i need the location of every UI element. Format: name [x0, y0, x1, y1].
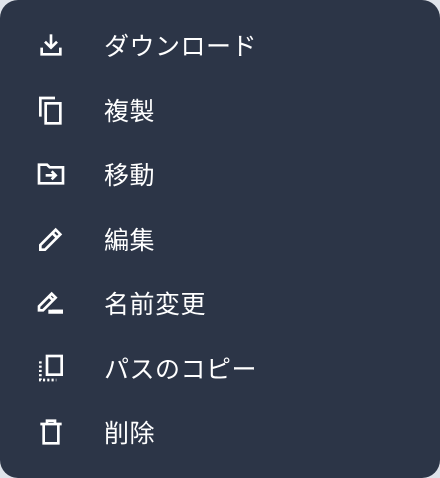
copy-path-icon	[35, 352, 67, 384]
menu-item-label: ダウンロード	[104, 32, 258, 62]
menu-item-label: パスのコピー	[104, 354, 258, 384]
trash-icon	[35, 416, 67, 448]
menu-item-label: 複製	[104, 96, 156, 126]
menu-item-download[interactable]: ダウンロード	[0, 13, 440, 78]
move-to-folder-icon	[35, 158, 67, 190]
menu-item-label: 移動	[104, 161, 156, 191]
menu-item-edit[interactable]: 編集	[0, 207, 440, 272]
download-icon	[35, 29, 67, 61]
duplicate-icon	[35, 94, 67, 126]
menu-item-move[interactable]: 移動	[0, 142, 440, 207]
menu-item-label: 名前変更	[104, 290, 207, 320]
rename-icon	[35, 287, 67, 319]
menu-item-rename[interactable]: 名前変更	[0, 271, 440, 336]
edit-pencil-icon	[35, 223, 67, 255]
menu-item-label: 編集	[104, 225, 156, 255]
menu-item-duplicate[interactable]: 複製	[0, 78, 440, 143]
menu-item-copy-path[interactable]: パスのコピー	[0, 336, 440, 401]
menu-item-label: 削除	[104, 419, 156, 449]
context-menu: ダウンロード 複製 移動 編集 名前変更 パスのコピー 削除	[0, 0, 440, 478]
menu-item-delete[interactable]: 削除	[0, 400, 440, 465]
